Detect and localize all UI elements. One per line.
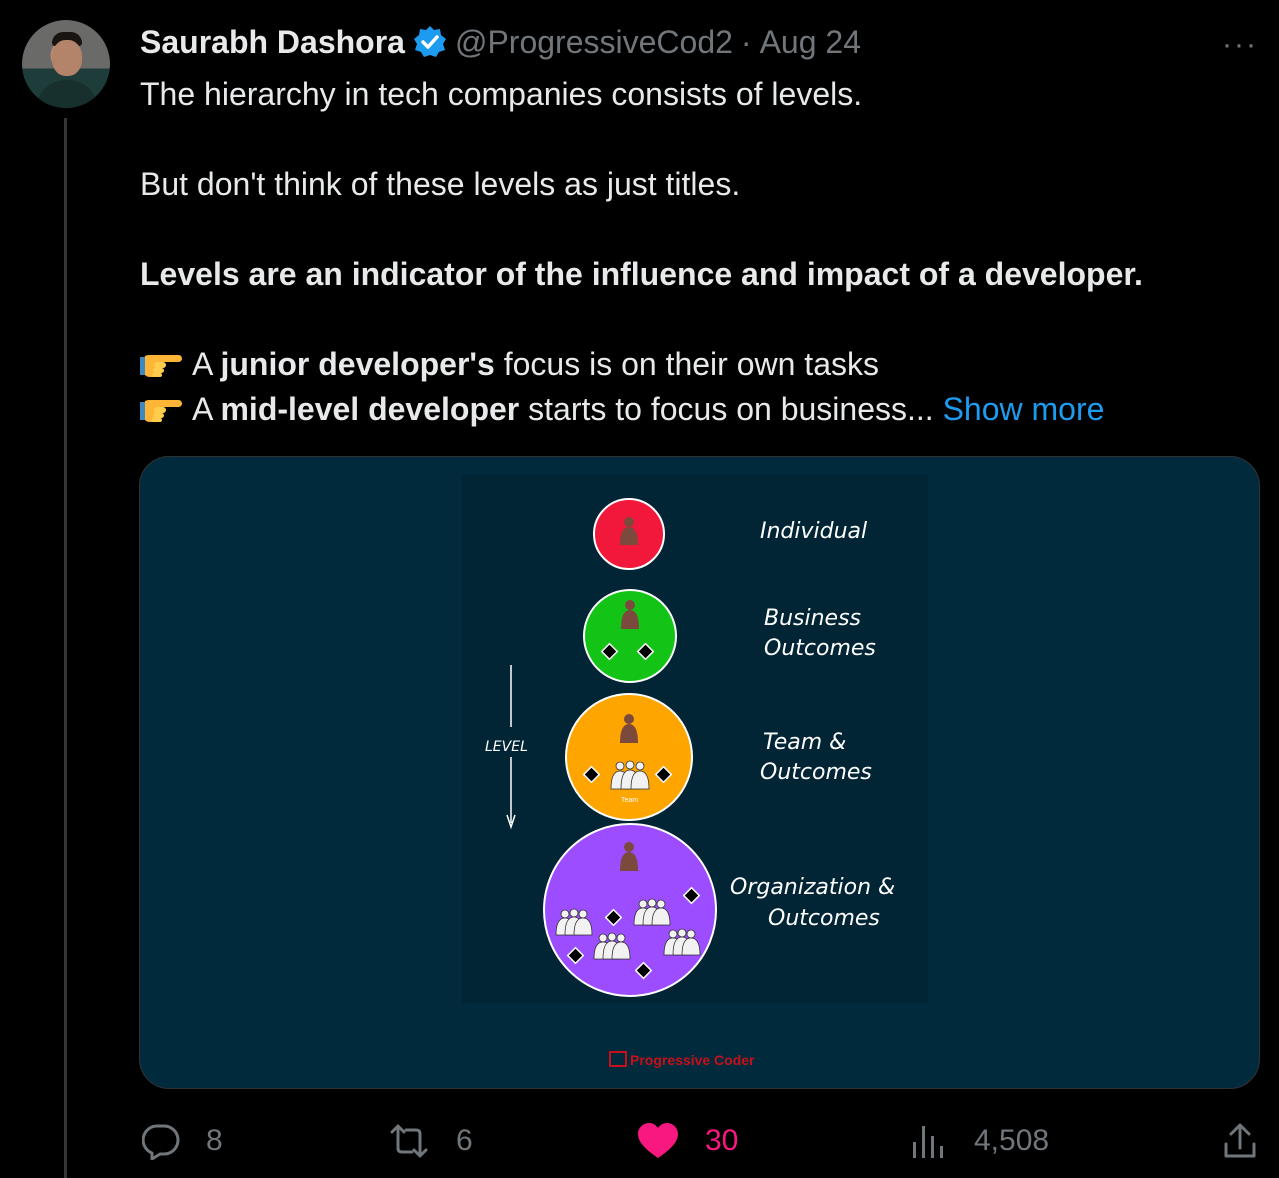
group-icon <box>593 932 631 960</box>
tweet-line-1: The hierarchy in tech companies consists… <box>140 76 863 112</box>
reply-icon <box>142 1124 180 1160</box>
tweet-header: Saurabh Dashora @ProgressiveCod2 · Aug 2… <box>140 22 861 62</box>
bullet-mid: A mid-level developer starts to focus on… <box>140 387 1260 432</box>
more-options-icon[interactable]: ··· <box>1222 28 1258 62</box>
bullet-junior: A junior developer's focus is on their o… <box>140 342 1260 387</box>
views-button[interactable]: 4,508 <box>910 1115 1049 1167</box>
author-handle[interactable]: @ProgressiveCod2 <box>455 24 733 61</box>
view-count: 4,508 <box>974 1124 1050 1157</box>
avatar-body <box>36 80 98 108</box>
watermark-text: Progressive Coder <box>630 1052 755 1068</box>
avatar[interactable] <box>22 20 110 108</box>
level-label: LEVEL <box>485 739 528 755</box>
label-business-1: Business <box>764 606 861 631</box>
reply-count: 8 <box>206 1124 223 1157</box>
bullet1-pre: A <box>192 346 221 382</box>
group-icon <box>555 908 593 936</box>
share-button[interactable] <box>1222 1115 1279 1167</box>
label-team-2: Outcomes <box>760 760 872 785</box>
header-separator: · <box>740 23 752 60</box>
bullet2-bold: mid-level developer <box>220 391 520 427</box>
label-individual: Individual <box>760 519 867 544</box>
watermark-logo-icon <box>609 1051 627 1067</box>
thread-line <box>64 118 67 1178</box>
label-team-1: Team & <box>763 730 846 755</box>
reply-button[interactable]: 8 <box>142 1115 223 1167</box>
tweet-text: The hierarchy in tech companies consists… <box>140 72 1260 432</box>
tweet-date[interactable]: Aug 24 <box>760 24 861 61</box>
tweet-image[interactable]: LEVEL Team Individual Business Outcomes … <box>139 456 1260 1089</box>
repost-icon <box>390 1124 428 1158</box>
repost-button[interactable]: 6 <box>388 1115 473 1167</box>
heart-filled-icon <box>638 1123 678 1158</box>
avatar-face <box>52 40 82 76</box>
show-more-link[interactable]: Show more <box>934 391 1105 427</box>
like-button[interactable]: 30 <box>637 1115 738 1167</box>
pointing-hand-icon <box>140 347 184 381</box>
like-count: 30 <box>705 1124 739 1157</box>
bullet2-pre: A <box>192 391 221 427</box>
tweet-line-3: Levels are an indicator of the influence… <box>140 256 1143 292</box>
share-icon <box>1224 1123 1256 1158</box>
bullet1-post: focus is on their own tasks <box>494 346 879 382</box>
verified-badge-icon <box>413 25 447 59</box>
label-business-2: Outcomes <box>764 636 876 661</box>
group-icon <box>663 928 701 956</box>
label-org-1: Organization & <box>730 875 895 900</box>
pointing-hand-icon <box>140 392 184 426</box>
team-tiny-label: Team <box>621 797 638 804</box>
bullet2-post: starts to focus on business... <box>519 391 934 427</box>
group-icon <box>610 760 650 790</box>
levels-diagram: LEVEL Team Individual Business Outcomes … <box>462 475 928 1068</box>
author-name[interactable]: Saurabh Dashora <box>140 24 405 61</box>
label-org-2: Outcomes <box>768 906 880 931</box>
repost-count: 6 <box>456 1124 473 1157</box>
views-chart-icon <box>913 1126 943 1158</box>
tweet-actions: 8 6 30 4,508 <box>140 1115 1260 1167</box>
bullet1-bold: junior developer's <box>220 346 495 382</box>
tweet-line-2: But don't think of these levels as just … <box>140 166 741 202</box>
group-icon <box>633 898 671 926</box>
